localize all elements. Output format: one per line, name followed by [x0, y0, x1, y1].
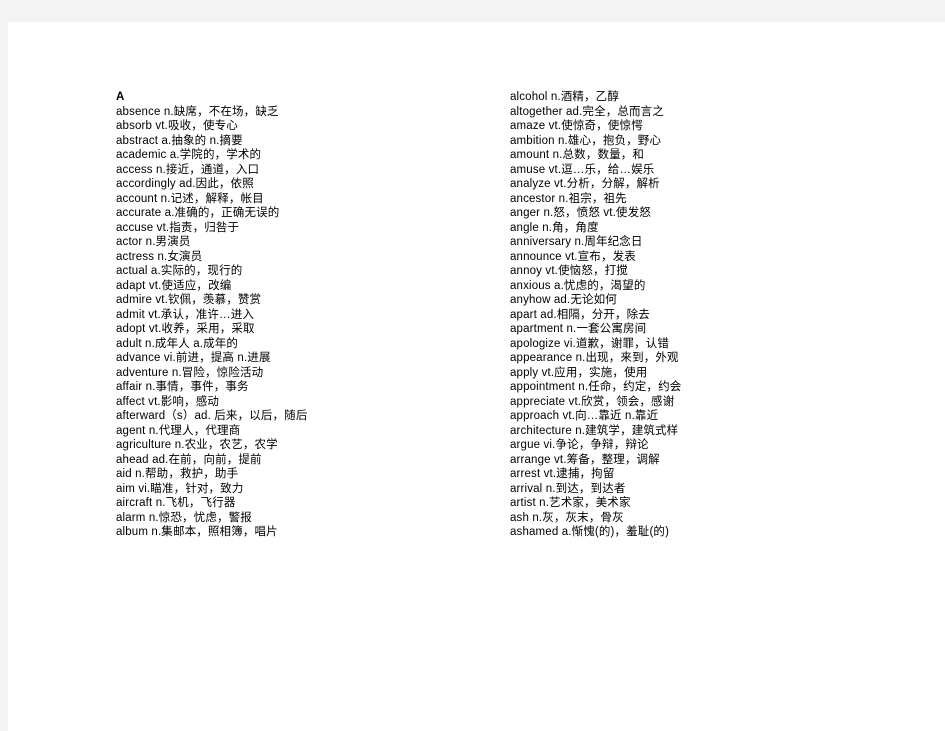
vocabulary-entry: agent n.代理人，代理商 [116, 424, 241, 437]
right-column: alcohol n.酒精，乙醇 altogether ad.完全，总而言之 amaz… [510, 90, 910, 540]
vocabulary-entry: aircraft n.飞机，飞行器 [116, 497, 236, 509]
vocabulary-entry: aim vi.瞄准，针对，致力 [116, 482, 244, 495]
vocabulary-entry: apart ad.相隔，分开，除去 [510, 308, 650, 321]
vocabulary-entry: anger n.怒，愤怒 vt.使发怒 [510, 207, 651, 219]
vocabulary-entry: amount n.总数，数量，和 [510, 149, 645, 161]
vocabulary-entry: amuse vt.逗…乐，给…娱乐 [510, 163, 655, 176]
vocabulary-entry: apartment n.一套公寓房间 [510, 323, 647, 335]
vocabulary-entry: apologize vi.道歉，谢罪，认错 [510, 337, 670, 350]
vocabulary-entry: anniversary n.周年纪念日 [510, 236, 643, 248]
vocabulary-entry: adventure n.冒险，惊险活动 [116, 366, 264, 379]
vocabulary-entry: agriculture n.农业，农艺，农学 [116, 439, 278, 451]
vocabulary-entry: advance vi.前进，提高 n.进展 [116, 352, 271, 364]
vocabulary-entry: aid n.帮助，救护，助手 [116, 468, 239, 480]
vocabulary-entry: amaze vt.使惊奇，使惊愕 [510, 120, 643, 132]
vocabulary-entry: absorb vt.吸收，使专心 [116, 120, 238, 132]
vocabulary-entry: altogether ad.完全，总而言之 [510, 105, 664, 118]
vocabulary-entry: analyze vt.分析，分解，解析 [510, 178, 660, 190]
right-column-entry-list: alcohol n.酒精，乙醇 altogether ad.完全，总而言之 amaz… [510, 90, 910, 540]
vocabulary-entry: ahead ad.在前，向前，提前 [116, 453, 262, 466]
vocabulary-entry: artist n.艺术家，美术家 [510, 497, 631, 509]
vocabulary-entry: affair n.事情，事件，事务 [116, 381, 249, 393]
vocabulary-entry: ambition n.雄心，抱负，野心 [510, 134, 662, 147]
vocabulary-entry: actual a.实际的，现行的 [116, 265, 243, 277]
vocabulary-entry: adult n.成年人 a.成年的 [116, 337, 239, 350]
section-letter-heading: A [116, 91, 125, 103]
document-page: A absence n.缺席，不在场，缺乏 absorb vt.吸收，使专心 abs… [8, 22, 945, 731]
vocabulary-entry: ancestor n.祖宗，祖先 [510, 192, 627, 205]
vocabulary-entry: apply vt.应用，实施，使用 [510, 366, 648, 379]
vocabulary-entry: account n.记述，解释，帐目 [116, 192, 264, 205]
vocabulary-entry: ashamed a.惭愧(的)，羞耻(的) [510, 526, 670, 538]
vocabulary-entry: album n.集邮本，照相簿，唱片 [116, 526, 278, 538]
vocabulary-entry: annoy vt.使恼怒，打搅 [510, 265, 628, 277]
vocabulary-entry: accuse vt.指责，归咎于 [116, 221, 240, 234]
vocabulary-entry: access n.接近，通道，入口 [116, 163, 260, 176]
vocabulary-entry: appreciate vt.欣赏，领会，感谢 [510, 395, 675, 408]
vocabulary-entry: academic a.学院的，学术的 [116, 149, 262, 161]
vocabulary-entry: adopt vt.收养，采用，采取 [116, 323, 255, 335]
vocabulary-entry: arrival n.到达，到达者 [510, 482, 626, 495]
vocabulary-entry: admit vt.承认，准许…进入 [116, 308, 255, 321]
vocabulary-entry: ash n.灰，灰末，骨灰 [510, 511, 624, 524]
vocabulary-entry: actor n.男演员 [116, 236, 191, 248]
left-column-entry-list: absence n.缺席，不在场，缺乏 absorb vt.吸收，使专心 abstr… [116, 105, 496, 540]
vocabulary-entry: anyhow ad.无论如何 [510, 294, 617, 306]
left-column: A absence n.缺席，不在场，缺乏 absorb vt.吸收，使专心 abs… [116, 90, 496, 540]
vocabulary-entry: alcohol n.酒精，乙醇 [510, 91, 619, 103]
vocabulary-entry: accordingly ad.因此，依照 [116, 178, 254, 190]
vocabulary-entry: admire vt.钦佩，羡慕，赞赏 [116, 294, 262, 306]
vocabulary-entry: accurate a.准确的，正确无误的 [116, 207, 280, 219]
vocabulary-entry: appointment n.任命，约定，约会 [510, 381, 682, 393]
vocabulary-entry: arrest vt.逮捕，拘留 [510, 468, 615, 480]
vocabulary-entry: architecture n.建筑学，建筑式样 [510, 424, 679, 437]
vocabulary-entry: abstract a.抽象的 n.摘要 [116, 134, 243, 147]
vocabulary-entry: affect vt.影响，感动 [116, 395, 220, 408]
vocabulary-entry: argue vi.争论，争辩，辩论 [510, 439, 649, 451]
vocabulary-entry: actress n.女演员 [116, 250, 203, 263]
vocabulary-entry: afterward（s）ad. 后来，以后，随后 [116, 410, 308, 422]
vocabulary-entry: appearance n.出现，来到，外观 [510, 352, 679, 364]
vocabulary-entry: alarm n.惊恐，忧虑，警报 [116, 511, 252, 524]
vocabulary-entry: adapt vt.使适应，改编 [116, 279, 232, 292]
vocabulary-entry: approach vt.向…靠近 n.靠近 [510, 410, 659, 422]
vocabulary-entry: announce vt.宣布，发表 [510, 250, 636, 263]
vocabulary-entry: arrange vt.筹备，整理，调解 [510, 453, 660, 466]
vocabulary-entry: anxious a.忧虑的，渴望的 [510, 279, 646, 292]
vocabulary-entry: angle n.角，角度 [510, 221, 599, 234]
vocabulary-entry: absence n.缺席，不在场，缺乏 [116, 105, 279, 118]
vocabulary-columns: A absence n.缺席，不在场，缺乏 absorb vt.吸收，使专心 abs… [8, 22, 945, 731]
